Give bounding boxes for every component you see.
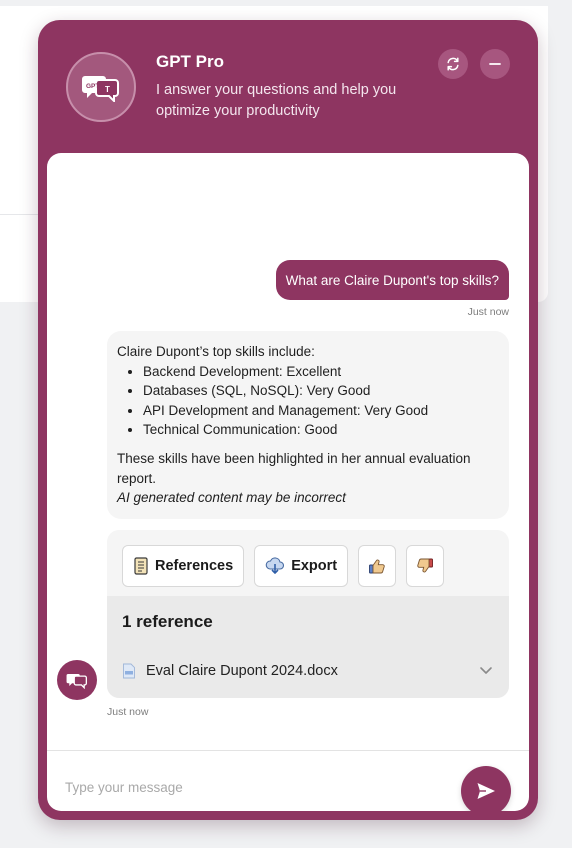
thumbs-up-button[interactable] xyxy=(358,545,397,587)
docx-file-icon xyxy=(123,663,135,679)
references-section: 1 reference Eval Claire Dupont 2024.docx xyxy=(107,596,509,698)
reference-file-name: Eval Claire Dupont 2024.docx xyxy=(146,663,338,679)
thumbs-up-icon xyxy=(369,559,385,574)
export-button-label: Export xyxy=(291,558,338,574)
svg-text:T: T xyxy=(105,85,110,94)
list-item: Databases (SQL, NoSQL): Very Good xyxy=(143,381,499,401)
user-message-text: What are Claire Dupont's top skills? xyxy=(285,272,499,288)
references-button[interactable]: References xyxy=(122,545,245,587)
export-button[interactable]: Export xyxy=(254,545,349,587)
list-item: Backend Development: Excellent xyxy=(143,362,499,382)
chat-bubbles-icon: GPT T xyxy=(82,76,119,102)
message-input[interactable] xyxy=(65,769,445,805)
thumbs-down-button[interactable] xyxy=(406,545,445,587)
bot-message-timestamp: Just now xyxy=(107,706,149,718)
refresh-icon xyxy=(447,57,459,71)
bot-summary-text: These skills have been highlighted in he… xyxy=(117,450,471,486)
minus-icon xyxy=(489,63,501,65)
app-logo: GPT T xyxy=(66,52,136,122)
references-count: 1 reference xyxy=(122,612,213,631)
svg-text:GPT: GPT xyxy=(86,83,99,90)
cloud-download-icon xyxy=(265,557,285,574)
chevron-down-icon[interactable] xyxy=(478,662,494,678)
chat-header: GPT T GPT Pro I answer your questions an… xyxy=(38,20,538,153)
chat-panel: What are Claire Dupont's top skills? Jus… xyxy=(47,153,529,811)
action-toolbar: References Export xyxy=(122,545,445,589)
document-icon xyxy=(134,557,148,575)
user-message-timestamp: Just now xyxy=(467,306,509,318)
chat-bubbles-icon xyxy=(66,673,88,689)
chat-widget: GPT T GPT Pro I answer your questions an… xyxy=(38,20,538,820)
bot-avatar xyxy=(57,660,97,700)
bot-message-bubble: Claire Dupont’s top skills include: Back… xyxy=(107,331,509,519)
list-item: Technical Communication: Good xyxy=(143,420,499,440)
app-title: GPT Pro xyxy=(156,52,225,71)
thumbs-down-icon xyxy=(417,558,434,573)
minimize-button[interactable] xyxy=(480,49,510,79)
bot-intro-text: Claire Dupont’s top skills include: xyxy=(117,344,315,359)
send-button[interactable] xyxy=(461,766,511,811)
ai-disclaimer: AI generated content may be incorrect xyxy=(117,490,346,506)
list-item: API Development and Management: Very Goo… xyxy=(143,401,499,421)
app-subtitle: I answer your questions and help you opt… xyxy=(156,82,397,119)
send-icon xyxy=(477,783,495,799)
message-composer xyxy=(47,750,529,811)
reference-item[interactable]: Eval Claire Dupont 2024.docx xyxy=(122,658,494,684)
message-actions-card: References Export 1 reference Eval Clair… xyxy=(107,530,509,698)
skills-list: Backend Development: Excellent Databases… xyxy=(143,362,499,440)
refresh-button[interactable] xyxy=(438,49,468,79)
references-button-label: References xyxy=(155,558,234,574)
user-message-bubble: What are Claire Dupont's top skills? xyxy=(275,260,509,300)
